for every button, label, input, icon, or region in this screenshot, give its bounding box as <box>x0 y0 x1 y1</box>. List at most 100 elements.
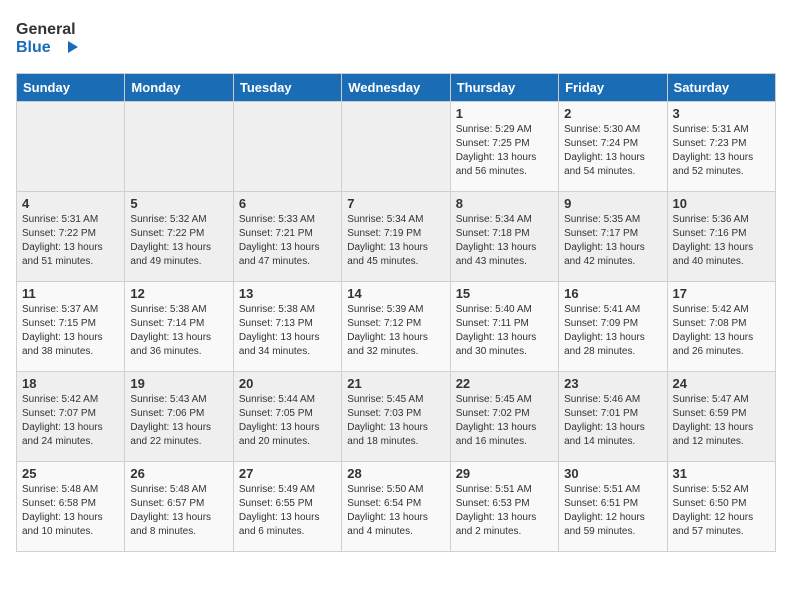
day-number: 1 <box>456 106 553 121</box>
weekday-header-friday: Friday <box>559 74 667 102</box>
day-info: Sunrise: 5:35 AM Sunset: 7:17 PM Dayligh… <box>564 213 661 269</box>
day-info: Sunrise: 5:51 AM Sunset: 6:51 PM Dayligh… <box>564 483 661 539</box>
day-number: 22 <box>456 376 553 391</box>
calendar-cell: 19 Sunrise: 5:43 AM Sunset: 7:06 PM Dayli… <box>125 372 233 462</box>
calendar-cell: 13Sunrise: 5:38 AM Sunset: 7:13 PM Dayli… <box>233 282 341 372</box>
weekday-header-thursday: Thursday <box>450 74 558 102</box>
day-info: Sunrise: 5:34 AM Sunset: 7:18 PM Dayligh… <box>456 213 553 269</box>
logo: GeneralBlue <box>16 16 86 61</box>
calendar-cell: 26 Sunrise: 5:48 AM Sunset: 6:57 PM Dayli… <box>125 462 233 552</box>
calendar-cell: 12Sunrise: 5:38 AM Sunset: 7:14 PM Dayli… <box>125 282 233 372</box>
day-number: 28 <box>347 466 444 481</box>
day-info: Sunrise: 5:29 AM Sunset: 7:25 PM Dayligh… <box>456 123 553 179</box>
day-number: 7 <box>347 196 444 211</box>
day-number: 18 <box>22 376 119 391</box>
day-info: Sunrise: 5:45 AM Sunset: 7:02 PM Dayligh… <box>456 393 553 449</box>
calendar-cell <box>17 102 125 192</box>
day-number: 17 <box>673 286 770 301</box>
day-info: Sunrise: 5:47 AM Sunset: 6:59 PM Dayligh… <box>673 393 770 449</box>
day-info: Sunrise: 5:42 AM Sunset: 7:07 PM Dayligh… <box>22 393 119 449</box>
day-info: Sunrise: 5:42 AM Sunset: 7:08 PM Dayligh… <box>673 303 770 359</box>
day-number: 29 <box>456 466 553 481</box>
day-number: 3 <box>673 106 770 121</box>
day-number: 6 <box>239 196 336 211</box>
day-number: 16 <box>564 286 661 301</box>
day-info: Sunrise: 5:43 AM Sunset: 7:06 PM Dayligh… <box>130 393 227 449</box>
calendar-cell: 9 Sunrise: 5:35 AM Sunset: 7:17 PM Daylig… <box>559 192 667 282</box>
calendar-cell: 15Sunrise: 5:40 AM Sunset: 7:11 PM Dayli… <box>450 282 558 372</box>
day-info: Sunrise: 5:31 AM Sunset: 7:22 PM Dayligh… <box>22 213 119 269</box>
calendar-cell: 4 Sunrise: 5:31 AM Sunset: 7:22 PM Daylig… <box>17 192 125 282</box>
calendar-week-3: 11 Sunrise: 5:37 AM Sunset: 7:15 PM Dayli… <box>17 282 776 372</box>
day-number: 9 <box>564 196 661 211</box>
calendar-cell: 8 Sunrise: 5:34 AM Sunset: 7:18 PM Daylig… <box>450 192 558 282</box>
svg-text:Blue: Blue <box>16 39 51 56</box>
day-info: Sunrise: 5:39 AM Sunset: 7:12 PM Dayligh… <box>347 303 444 359</box>
day-info: Sunrise: 5:46 AM Sunset: 7:01 PM Dayligh… <box>564 393 661 449</box>
calendar-cell: 17 Sunrise: 5:42 AM Sunset: 7:08 PM Dayli… <box>667 282 775 372</box>
day-number: 30 <box>564 466 661 481</box>
day-info: Sunrise: 5:38 AM Sunset: 7:13 PM Dayligh… <box>239 303 336 359</box>
day-info: Sunrise: 5:52 AM Sunset: 6:50 PM Dayligh… <box>673 483 770 539</box>
day-info: Sunrise: 5:48 AM Sunset: 6:57 PM Dayligh… <box>130 483 227 539</box>
svg-text:General: General <box>16 21 76 38</box>
weekday-header-wednesday: Wednesday <box>342 74 450 102</box>
logo-svg: GeneralBlue <box>16 16 86 61</box>
calendar-cell: 31 Sunrise: 5:52 AM Sunset: 6:50 PM Dayli… <box>667 462 775 552</box>
calendar-cell: 7 Sunrise: 5:34 AM Sunset: 7:19 PM Daylig… <box>342 192 450 282</box>
calendar-cell: 10Sunrise: 5:36 AM Sunset: 7:16 PM Dayli… <box>667 192 775 282</box>
day-info: Sunrise: 5:38 AM Sunset: 7:14 PM Dayligh… <box>130 303 227 359</box>
calendar-cell: 23 Sunrise: 5:46 AM Sunset: 7:01 PM Dayli… <box>559 372 667 462</box>
calendar-cell: 21 Sunrise: 5:45 AM Sunset: 7:03 PM Dayli… <box>342 372 450 462</box>
day-info: Sunrise: 5:41 AM Sunset: 7:09 PM Dayligh… <box>564 303 661 359</box>
calendar-cell: 22 Sunrise: 5:45 AM Sunset: 7:02 PM Dayli… <box>450 372 558 462</box>
calendar-cell: 2Sunrise: 5:30 AM Sunset: 7:24 PM Daylig… <box>559 102 667 192</box>
day-info: Sunrise: 5:31 AM Sunset: 7:23 PM Dayligh… <box>673 123 770 179</box>
day-number: 31 <box>673 466 770 481</box>
day-number: 26 <box>130 466 227 481</box>
calendar-cell <box>233 102 341 192</box>
day-info: Sunrise: 5:50 AM Sunset: 6:54 PM Dayligh… <box>347 483 444 539</box>
day-number: 5 <box>130 196 227 211</box>
day-number: 23 <box>564 376 661 391</box>
calendar-cell: 24 Sunrise: 5:47 AM Sunset: 6:59 PM Dayli… <box>667 372 775 462</box>
day-info: Sunrise: 5:45 AM Sunset: 7:03 PM Dayligh… <box>347 393 444 449</box>
day-info: Sunrise: 5:44 AM Sunset: 7:05 PM Dayligh… <box>239 393 336 449</box>
calendar-cell <box>342 102 450 192</box>
weekday-header-monday: Monday <box>125 74 233 102</box>
day-info: Sunrise: 5:37 AM Sunset: 7:15 PM Dayligh… <box>22 303 119 359</box>
calendar-cell: 28 Sunrise: 5:50 AM Sunset: 6:54 PM Dayli… <box>342 462 450 552</box>
day-number: 24 <box>673 376 770 391</box>
calendar-cell: 14 Sunrise: 5:39 AM Sunset: 7:12 PM Dayli… <box>342 282 450 372</box>
calendar-cell: 5Sunrise: 5:32 AM Sunset: 7:22 PM Daylig… <box>125 192 233 282</box>
day-number: 27 <box>239 466 336 481</box>
calendar-week-1: 1 Sunrise: 5:29 AM Sunset: 7:25 PM Daylig… <box>17 102 776 192</box>
day-info: Sunrise: 5:49 AM Sunset: 6:55 PM Dayligh… <box>239 483 336 539</box>
calendar-cell: 6 Sunrise: 5:33 AM Sunset: 7:21 PM Daylig… <box>233 192 341 282</box>
day-number: 15 <box>456 286 553 301</box>
day-number: 10 <box>673 196 770 211</box>
day-number: 11 <box>22 286 119 301</box>
day-info: Sunrise: 5:33 AM Sunset: 7:21 PM Dayligh… <box>239 213 336 269</box>
day-number: 21 <box>347 376 444 391</box>
weekday-header-saturday: Saturday <box>667 74 775 102</box>
day-number: 14 <box>347 286 444 301</box>
calendar-cell: 18 Sunrise: 5:42 AM Sunset: 7:07 PM Dayli… <box>17 372 125 462</box>
day-number: 8 <box>456 196 553 211</box>
day-info: Sunrise: 5:48 AM Sunset: 6:58 PM Dayligh… <box>22 483 119 539</box>
calendar-week-2: 4 Sunrise: 5:31 AM Sunset: 7:22 PM Daylig… <box>17 192 776 282</box>
day-info: Sunrise: 5:34 AM Sunset: 7:19 PM Dayligh… <box>347 213 444 269</box>
day-number: 25 <box>22 466 119 481</box>
calendar-cell: 25 Sunrise: 5:48 AM Sunset: 6:58 PM Dayli… <box>17 462 125 552</box>
day-info: Sunrise: 5:51 AM Sunset: 6:53 PM Dayligh… <box>456 483 553 539</box>
calendar-cell: 30 Sunrise: 5:51 AM Sunset: 6:51 PM Dayli… <box>559 462 667 552</box>
weekday-header-tuesday: Tuesday <box>233 74 341 102</box>
calendar-cell <box>125 102 233 192</box>
calendar-cell: 3 Sunrise: 5:31 AM Sunset: 7:23 PM Daylig… <box>667 102 775 192</box>
day-number: 19 <box>130 376 227 391</box>
day-number: 4 <box>22 196 119 211</box>
weekday-header-row: SundayMondayTuesdayWednesdayThursdayFrid… <box>17 74 776 102</box>
calendar-cell: 1 Sunrise: 5:29 AM Sunset: 7:25 PM Daylig… <box>450 102 558 192</box>
day-info: Sunrise: 5:30 AM Sunset: 7:24 PM Dayligh… <box>564 123 661 179</box>
weekday-header-sunday: Sunday <box>17 74 125 102</box>
